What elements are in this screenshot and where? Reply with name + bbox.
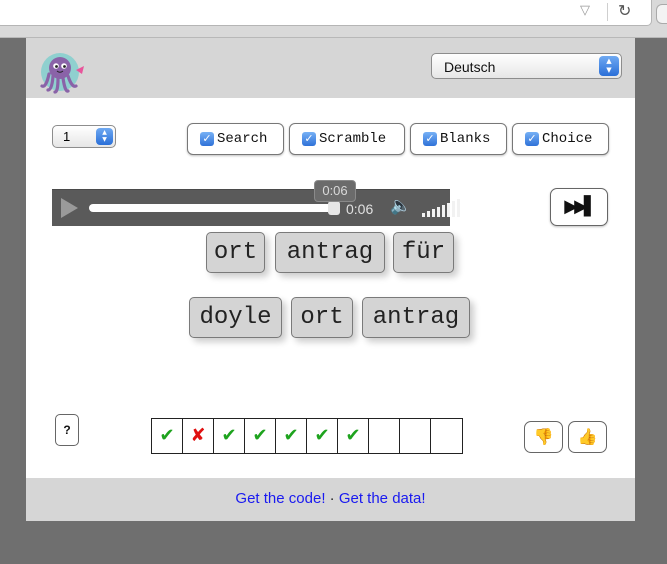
cross-icon: ✘ bbox=[183, 419, 214, 453]
help-button[interactable]: ? bbox=[55, 414, 79, 446]
check-icon: ✔ bbox=[214, 419, 245, 453]
scramble-mode-toggle[interactable]: ✓ Scramble bbox=[289, 123, 405, 155]
search-mode-label: Search bbox=[217, 131, 268, 147]
current-time: 0:06 bbox=[346, 201, 374, 217]
get-data-link[interactable]: Get the data! bbox=[339, 490, 426, 507]
count-select-value: 1 bbox=[63, 129, 71, 144]
reload-icon[interactable]: ↻ bbox=[618, 1, 631, 20]
language-select-value: Deutsch bbox=[444, 59, 496, 75]
address-bar[interactable]: ▽ ↻ bbox=[0, 0, 652, 26]
checkbox-checked-icon[interactable]: ✓ bbox=[302, 132, 316, 146]
prompt-word-tile[interactable]: antrag bbox=[275, 232, 385, 273]
choice-mode-label: Choice bbox=[542, 131, 593, 147]
thumbs-up-icon: 👍 bbox=[577, 427, 598, 446]
check-icon: ✔ bbox=[338, 419, 369, 453]
seek-handle[interactable] bbox=[328, 201, 340, 215]
header-bar: Deutsch ▲ ▼ bbox=[26, 38, 635, 98]
address-bar-separator bbox=[607, 3, 608, 21]
thumbs-down-button[interactable]: 👎 bbox=[524, 421, 563, 453]
play-icon[interactable] bbox=[61, 198, 78, 218]
checkbox-checked-icon[interactable]: ✓ bbox=[525, 132, 539, 146]
checkbox-checked-icon[interactable]: ✓ bbox=[200, 132, 214, 146]
next-button[interactable]: ▶▶▌ bbox=[550, 188, 608, 226]
footer: Get the code! · Get the data! bbox=[26, 478, 635, 521]
progress-cell-empty bbox=[369, 419, 400, 453]
get-code-link[interactable]: Get the code! bbox=[235, 490, 325, 507]
prompt-word-tile[interactable]: für bbox=[393, 232, 454, 273]
progress-cell-empty bbox=[400, 419, 431, 453]
audio-player: 0:06 0:06 🔈 bbox=[52, 180, 460, 226]
search-mode-toggle[interactable]: ✓ Search bbox=[187, 123, 284, 155]
volume-slider[interactable] bbox=[422, 199, 460, 217]
checkbox-checked-icon[interactable]: ✓ bbox=[423, 132, 437, 146]
count-select[interactable]: 1 ▲ ▼ bbox=[52, 125, 116, 148]
thumbs-up-button[interactable]: 👍 bbox=[568, 421, 607, 453]
seek-time-tooltip: 0:06 bbox=[314, 180, 356, 202]
answer-word-tile[interactable]: antrag bbox=[362, 297, 470, 338]
dropdown-arrow-icon[interactable]: ▽ bbox=[580, 3, 590, 18]
select-arrows-icon[interactable]: ▲ ▼ bbox=[96, 128, 113, 145]
check-icon: ✔ bbox=[307, 419, 338, 453]
volume-icon[interactable]: 🔈 bbox=[390, 196, 411, 216]
blanks-mode-toggle[interactable]: ✓ Blanks bbox=[410, 123, 507, 155]
check-icon: ✔ bbox=[276, 419, 307, 453]
select-arrows-icon[interactable]: ▲ ▼ bbox=[599, 56, 619, 76]
footer-separator: · bbox=[329, 490, 335, 507]
browser-toolbar: ▽ ↻ bbox=[0, 0, 667, 38]
scramble-mode-label: Scramble bbox=[319, 131, 387, 147]
answer-word-tile[interactable]: ort bbox=[291, 297, 353, 338]
octopus-logo-icon bbox=[40, 53, 84, 94]
language-select[interactable]: Deutsch ▲ ▼ bbox=[431, 53, 622, 79]
check-icon: ✔ bbox=[245, 419, 276, 453]
skip-forward-icon: ▶▶▌ bbox=[564, 196, 597, 217]
thumbs-down-icon: 👎 bbox=[533, 427, 554, 446]
blanks-mode-label: Blanks bbox=[440, 131, 491, 147]
progress-cell-empty bbox=[431, 419, 462, 453]
choice-mode-toggle[interactable]: ✓ Choice bbox=[512, 123, 609, 155]
progress-tracker: ✔ ✘ ✔ ✔ ✔ ✔ ✔ bbox=[151, 418, 463, 454]
app-panel: Deutsch ▲ ▼ 1 ▲ ▼ ✓ Search ✓ Scramble ✓ Bl… bbox=[26, 38, 635, 521]
answer-word-tile[interactable]: doyle bbox=[189, 297, 282, 338]
audio-seek-bar[interactable] bbox=[89, 204, 334, 212]
prompt-word-tile[interactable]: ort bbox=[206, 232, 265, 273]
check-icon: ✔ bbox=[152, 419, 183, 453]
browser-side-control[interactable] bbox=[656, 4, 667, 24]
